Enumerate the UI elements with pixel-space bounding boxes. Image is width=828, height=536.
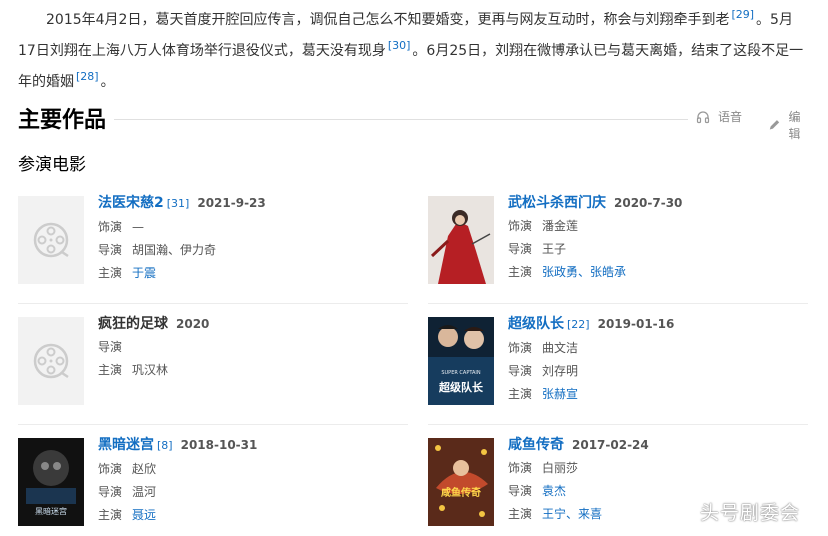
film-reel-icon: [33, 343, 69, 379]
cast-label: 主演: [508, 387, 533, 401]
film-info: 黑暗迷宫 [8] 2018-10-31 饰演 赵欣 导演 温河 主演 聂远: [98, 435, 398, 527]
reference-link[interactable]: [8]: [157, 436, 173, 456]
section-divider: [114, 119, 688, 120]
director-value: 王子: [542, 242, 567, 256]
film-info: 武松斗杀西门庆 2020-7-30 饰演 潘金莲 导演 王子 主演 张政勇、张皓承: [508, 193, 808, 284]
reference-link[interactable]: [31]: [167, 194, 190, 214]
row-divider: [18, 303, 408, 304]
poster-image: [428, 196, 494, 284]
poster-placeholder[interactable]: [18, 317, 84, 405]
watermark: 头号剧委会: [700, 502, 801, 524]
director-label: 导演: [98, 485, 123, 499]
film-date: 2021-9-23: [197, 196, 266, 210]
cast-value: 巩汉林: [132, 363, 169, 377]
role-label: 饰演: [98, 462, 123, 476]
film-poster[interactable]: 咸鱼传奇: [428, 438, 494, 526]
cast-label: 主演: [98, 363, 123, 377]
voice-button[interactable]: 语音: [696, 108, 742, 125]
director-value: 胡国瀚、伊力奇: [132, 243, 217, 257]
film-info: 超级队长 [22] 2019-01-16 饰演 曲文洁 导演 刘存明 主演 张赫宣: [508, 314, 808, 406]
reference-link[interactable]: [29]: [731, 8, 754, 21]
poster-placeholder[interactable]: [18, 196, 84, 284]
cast-label: 主演: [98, 266, 123, 280]
reference-link[interactable]: [22]: [567, 315, 590, 335]
role-label: 饰演: [508, 341, 533, 355]
intro-paragraph: 2015年4月2日，葛天首度开腔回应传言，调侃自己怎么不知要婚变，更再与网友互动…: [18, 2, 810, 95]
cast-label: 主演: [98, 508, 123, 522]
row-divider: [18, 424, 408, 425]
film-date: 2018-10-31: [180, 438, 258, 452]
film-card: 疯狂的足球 2020 导演 主演 巩汉林: [18, 316, 408, 417]
director-label: 导演: [508, 484, 533, 498]
director-label: 导演: [98, 243, 123, 257]
poster-text-cn: 黑暗迷宫: [35, 506, 67, 516]
director-label: 导演: [508, 364, 533, 378]
role-value: —: [132, 220, 145, 234]
film-title-link[interactable]: 武松斗杀西门庆: [508, 193, 606, 213]
cast-link[interactable]: 张赫宣: [542, 387, 578, 401]
film-title-link[interactable]: 法医宋慈2: [98, 193, 164, 213]
row-divider: [428, 303, 808, 304]
pencil-icon: [769, 120, 780, 130]
film-date: 2020: [176, 317, 210, 331]
role-value: 赵欣: [132, 462, 157, 476]
film-poster[interactable]: SUPER CAPTAIN 超级队长: [428, 317, 494, 405]
film-poster[interactable]: [428, 196, 494, 284]
edit-button[interactable]: 编辑: [768, 108, 810, 142]
director-value: 刘存明: [542, 364, 579, 378]
cast-link[interactable]: 王宁、来喜: [542, 507, 602, 521]
poster-text-cn: 超级队长: [438, 380, 484, 394]
headphones-icon: [696, 110, 710, 123]
film-title-link[interactable]: 咸鱼传奇: [508, 435, 564, 455]
reference-link[interactable]: [28]: [76, 70, 99, 83]
poster-image: 黑暗迷宫: [18, 438, 84, 526]
role-label: 饰演: [508, 219, 533, 233]
film-card: 法医宋慈2 [31] 2021-9-23 饰演 — 导演 胡国瀚、伊力奇 主演 于震: [18, 193, 408, 296]
film-date: 2020-7-30: [614, 196, 683, 210]
role-label: 饰演: [508, 461, 533, 475]
edit-label: 编辑: [788, 110, 801, 141]
director-link[interactable]: 袁杰: [542, 484, 566, 498]
film-info: 疯狂的足球 2020 导演 主演 巩汉林: [98, 316, 398, 382]
section-title: 主要作品: [18, 108, 107, 133]
film-title: 疯狂的足球: [98, 316, 168, 332]
film-date: 2019-01-16: [597, 317, 675, 331]
role-label: 饰演: [98, 220, 123, 234]
row-divider: [428, 424, 808, 425]
voice-label: 语音: [718, 110, 743, 124]
intro-text-4: 。: [100, 74, 115, 90]
poster-text-en: SUPER CAPTAIN: [441, 370, 481, 376]
cast-link[interactable]: 张政勇、张皓承: [542, 265, 626, 279]
director-label: 导演: [98, 340, 123, 354]
role-value: 潘金莲: [542, 219, 579, 233]
role-value: 白丽莎: [542, 461, 579, 475]
role-value: 曲文洁: [542, 341, 579, 355]
film-title-link[interactable]: 黑暗迷宫: [98, 435, 154, 455]
section-header: 主要作品 语音 编辑: [18, 100, 810, 141]
cast-label: 主演: [508, 265, 533, 279]
cast-link[interactable]: 聂远: [132, 508, 156, 522]
film-date: 2017-02-24: [572, 438, 649, 452]
poster-text-cn: 咸鱼传奇: [441, 486, 481, 499]
poster-image: SUPER CAPTAIN 超级队长: [428, 317, 494, 405]
film-reel-icon: [33, 222, 69, 258]
film-poster[interactable]: 黑暗迷宫: [18, 438, 84, 526]
subsection-title: 参演电影: [18, 155, 86, 175]
poster-image: 咸鱼传奇: [428, 438, 494, 526]
film-title-link[interactable]: 超级队长: [508, 314, 564, 334]
film-card: 武松斗杀西门庆 2020-7-30 饰演 潘金莲 导演 王子 主演 张政勇、张皓承: [428, 193, 818, 296]
cast-link[interactable]: 于震: [132, 266, 156, 280]
director-label: 导演: [508, 242, 533, 256]
film-info: 法医宋慈2 [31] 2021-9-23 饰演 — 导演 胡国瀚、伊力奇 主演 于震: [98, 193, 398, 285]
film-card: 黑暗迷宫 黑暗迷宫 [8] 2018-10-31 饰演 赵欣 导演 温河 主演 聂远: [18, 435, 408, 536]
reference-link[interactable]: [30]: [388, 39, 411, 52]
film-card: SUPER CAPTAIN 超级队长 超级队长 [22] 2019-01-16 饰演曲…: [428, 314, 818, 417]
director-value: 温河: [132, 485, 157, 499]
cast-label: 主演: [508, 507, 533, 521]
intro-text-1: 2015年4月2日，葛天首度开腔回应传言，调侃自己怎么不知要婚变，更再与网友互动…: [46, 12, 730, 28]
